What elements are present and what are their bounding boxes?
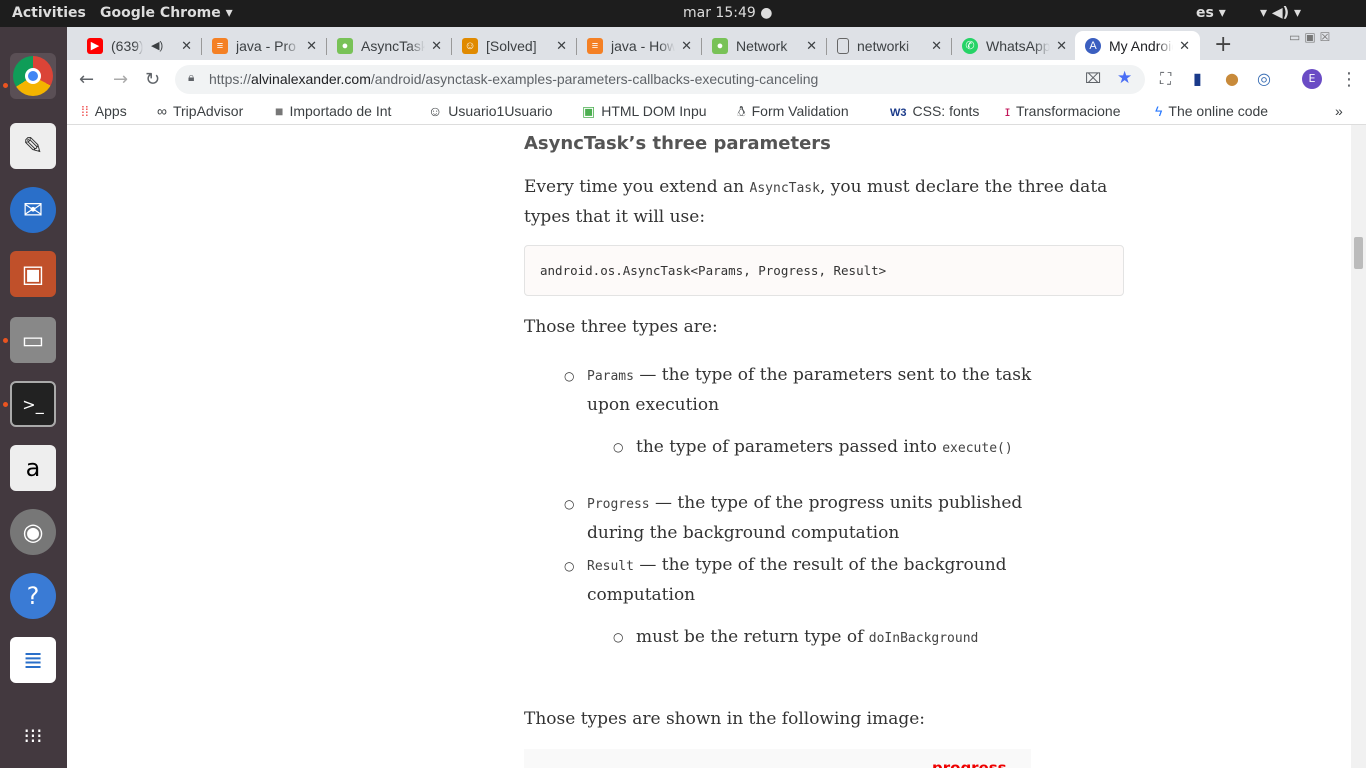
profile-avatar[interactable]: E (1302, 69, 1322, 89)
w3schools-icon: W3 (890, 107, 907, 119)
close-tab-icon[interactable]: ✕ (1179, 38, 1190, 54)
tab[interactable]: ☺ [Solved] ✕ (452, 31, 577, 60)
tab[interactable]: networki ✕ (827, 31, 952, 60)
stackoverflow-icon: ≡ (212, 37, 228, 54)
smiley-icon: ☺ (428, 103, 443, 119)
close-tab-icon[interactable]: ✕ (431, 38, 442, 54)
dock: ✎ ✉ ▣ ▭ >_ a ◉ ? ≣ ⁝⁝⁝ (0, 27, 67, 768)
android-icon: ● (337, 37, 353, 54)
list-item: Result — the type of the result of the b… (587, 555, 1007, 605)
thunderbird-icon[interactable]: ✉ (10, 187, 56, 233)
section-heading: AsyncTask’s three parameters (524, 133, 831, 154)
impress-icon[interactable]: ▣ (10, 251, 56, 297)
bookmark[interactable]: ⁞⁞ Apps (81, 103, 127, 119)
page-icon (837, 37, 849, 54)
list-item: Params — the type of the parameters sent… (587, 365, 1032, 415)
files-icon[interactable]: ▭ (10, 317, 56, 363)
menu-icon[interactable]: ⋮ (1340, 69, 1358, 90)
writer-icon[interactable]: ≣ (10, 637, 56, 683)
close-tab-icon[interactable]: ✕ (181, 38, 192, 54)
close-tab-icon[interactable]: ✕ (306, 38, 317, 54)
scrollbar[interactable] (1351, 125, 1366, 768)
system-top-bar: Activities Google Chrome ▾ mar 15:49 ● e… (0, 0, 1366, 27)
bookmarks-bar: ⁞⁞ Apps ∞ TripAdvisor ■ Importado de Int ☺ U… (67, 98, 1366, 125)
tab[interactable]: ▶ (639) ◀) ✕ (77, 31, 202, 60)
whatsapp-icon: ✆ (962, 37, 978, 54)
show-apps-icon[interactable]: ⁝⁝⁝ (10, 713, 56, 759)
solved-icon: ☺ (462, 37, 478, 54)
close-tab-icon[interactable]: ✕ (681, 38, 692, 54)
rhythmbox-icon[interactable]: ◉ (10, 509, 56, 555)
android-icon: ● (712, 37, 728, 54)
bookmark[interactable]: ɪ Transformacione (1005, 103, 1121, 119)
tab-active[interactable]: A My Android ✕ (1075, 31, 1200, 60)
close-tab-icon[interactable]: ✕ (556, 38, 567, 54)
lock-icon: 🔒︎ (188, 70, 195, 84)
youtube-icon: ▶ (87, 37, 103, 54)
tab[interactable]: ● Network ✕ (702, 31, 827, 60)
tab[interactable]: ≡ java - How ✕ (577, 31, 702, 60)
close-tab-icon[interactable]: ✕ (806, 38, 817, 54)
tab-strip: ▶ (639) ◀) ✕ ≡ java - Pro ✕ ● AsyncTask ✕ ☺ [Sol… (67, 27, 1366, 60)
paragraph: Every time you extend an AsyncTask, you … (524, 177, 1108, 227)
bookmark[interactable]: ϟ The online code (1155, 103, 1268, 119)
bookmark[interactable]: ∞ TripAdvisor (157, 103, 243, 119)
w3-icon: ▣ (582, 103, 596, 119)
tab[interactable]: ≡ java - Pro ✕ (202, 31, 327, 60)
bookmark[interactable]: ■ Importado de Int (275, 103, 391, 119)
chrome-launcher-icon[interactable] (10, 53, 56, 99)
bookmark[interactable]: ☺ Usuario1Usuario (428, 103, 553, 119)
list-item: the type of parameters passed into execu… (636, 437, 1013, 457)
code-block: android.os.AsyncTask<Params, Progress, R… (524, 245, 1124, 296)
scrollbar-thumb[interactable] (1354, 237, 1363, 269)
window-controls[interactable]: ▭▣☒ (1289, 30, 1334, 44)
cookie-extension-icon[interactable]: ● (1225, 69, 1239, 88)
bookmark[interactable]: 🐧︎ Form Validation (737, 103, 849, 122)
new-tab-button[interactable]: + (1214, 32, 1232, 57)
bolt-icon: ϟ (1155, 103, 1163, 119)
activities-button[interactable]: Activities (12, 5, 86, 21)
close-tab-icon[interactable]: ✕ (1056, 38, 1067, 54)
info-icon: ɪ (1005, 103, 1010, 119)
clock[interactable]: mar 15:49 ● (683, 5, 772, 21)
reader-extension-icon[interactable]: ▮ (1193, 69, 1202, 88)
amazon-icon[interactable]: a (10, 445, 56, 491)
asynctask-diagram-image: progress (524, 749, 1031, 768)
bookmark[interactable]: W3 CSS: fonts (890, 103, 979, 119)
text-editor-icon[interactable]: ✎ (10, 123, 56, 169)
a-icon: A (1085, 37, 1101, 54)
terminal-icon[interactable]: >_ (10, 381, 56, 427)
paragraph: Those three types are: (524, 317, 718, 337)
tab[interactable]: ✆ WhatsApp ✕ (952, 31, 1077, 60)
language-indicator[interactable]: es ▾ (1196, 5, 1226, 21)
tux-icon: 🐧︎ (737, 103, 746, 119)
close-tab-icon[interactable]: ✕ (931, 38, 942, 54)
bookmark[interactable]: ▣ HTML DOM Inpu (582, 103, 707, 120)
page-content: AsyncTask’s three parameters Every time … (67, 125, 1351, 768)
stackoverflow-icon: ≡ (587, 37, 603, 54)
extension-icon[interactable]: ◎ (1257, 69, 1271, 88)
bookmark-star-icon[interactable]: ★ (1117, 68, 1132, 88)
reload-icon[interactable]: ↻ (145, 69, 160, 90)
app-menu[interactable]: Google Chrome ▾ (100, 5, 233, 21)
more-bookmarks-icon[interactable]: » (1335, 103, 1343, 119)
help-icon[interactable]: ? (10, 573, 56, 619)
back-icon[interactable]: ← (79, 69, 94, 90)
browser-toolbar: ← → ↻ 🔒︎ https://alvinalexander.com/andr… (67, 60, 1366, 98)
list-item: Progress — the type of the progress unit… (587, 493, 1023, 543)
screenshot-extension-icon[interactable]: ⛶ (1160, 69, 1171, 89)
system-tray[interactable]: ▾ ◀) ▾ (1260, 5, 1301, 21)
tab[interactable]: ● AsyncTask ✕ (327, 31, 452, 60)
apps-icon: ⁞⁞ (81, 103, 89, 119)
list-item: must be the return type of doInBackgroun… (636, 627, 979, 647)
address-bar[interactable]: 🔒︎ https://alvinalexander.com/android/as… (175, 65, 1145, 94)
tripadvisor-icon: ∞ (157, 103, 167, 119)
paragraph: Those types are shown in the following i… (524, 709, 926, 729)
translate-icon[interactable]: ⌧ (1085, 70, 1101, 87)
forward-icon[interactable]: → (113, 69, 128, 90)
folder-icon: ■ (275, 103, 284, 119)
audio-icon: ◀) (151, 40, 164, 52)
